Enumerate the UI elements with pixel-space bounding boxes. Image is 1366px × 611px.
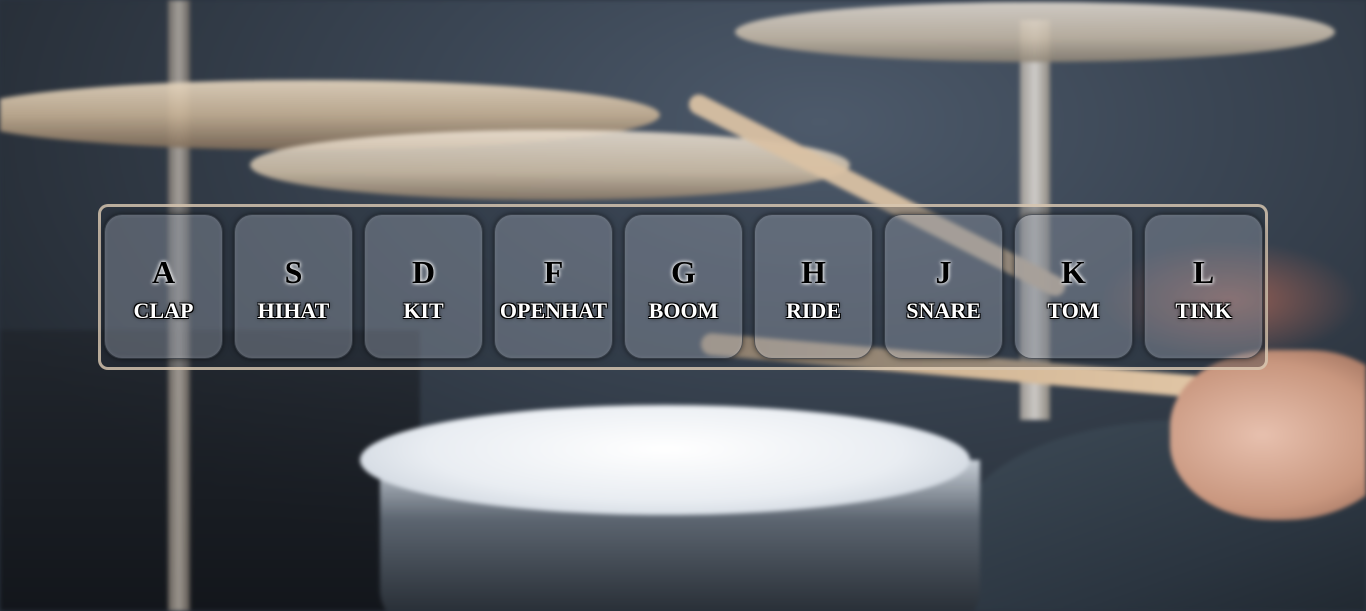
key-sound-label: BOOM xyxy=(648,297,719,323)
drum-keys-panel: A CLAP S HIHAT D KIT F OPENHAT G BOOM H … xyxy=(98,204,1268,370)
drum-key-kit[interactable]: D KIT xyxy=(364,214,483,359)
key-letter: L xyxy=(1192,253,1215,290)
key-letter: J xyxy=(935,253,952,290)
key-letter: D xyxy=(411,253,436,290)
key-letter: A xyxy=(151,253,176,290)
key-letter: K xyxy=(1061,253,1086,290)
key-sound-label: CLAP xyxy=(133,297,194,323)
background-shadow xyxy=(0,330,420,611)
background-cymbal xyxy=(735,2,1335,62)
drum-key-boom[interactable]: G BOOM xyxy=(624,214,743,359)
key-sound-label: TINK xyxy=(1175,297,1232,323)
drum-key-hihat[interactable]: S HIHAT xyxy=(234,214,353,359)
key-letter: G xyxy=(671,253,696,290)
drum-key-openhat[interactable]: F OPENHAT xyxy=(494,214,613,359)
key-sound-label: TOM xyxy=(1047,297,1100,323)
key-sound-label: KIT xyxy=(403,297,444,323)
key-letter: H xyxy=(801,253,826,290)
drum-key-clap[interactable]: A CLAP xyxy=(104,214,223,359)
background-hand xyxy=(1170,350,1366,520)
key-sound-label: SNARE xyxy=(906,297,981,323)
key-letter: S xyxy=(284,253,303,290)
background-snare-head xyxy=(360,405,970,515)
key-sound-label: HIHAT xyxy=(257,297,330,323)
drum-key-tink[interactable]: L TINK xyxy=(1144,214,1263,359)
key-sound-label: OPENHAT xyxy=(499,297,608,323)
drum-key-snare[interactable]: J SNARE xyxy=(884,214,1003,359)
drum-key-tom[interactable]: K TOM xyxy=(1014,214,1133,359)
drum-key-ride[interactable]: H RIDE xyxy=(754,214,873,359)
key-letter: F xyxy=(543,253,564,290)
key-sound-label: RIDE xyxy=(785,297,841,323)
